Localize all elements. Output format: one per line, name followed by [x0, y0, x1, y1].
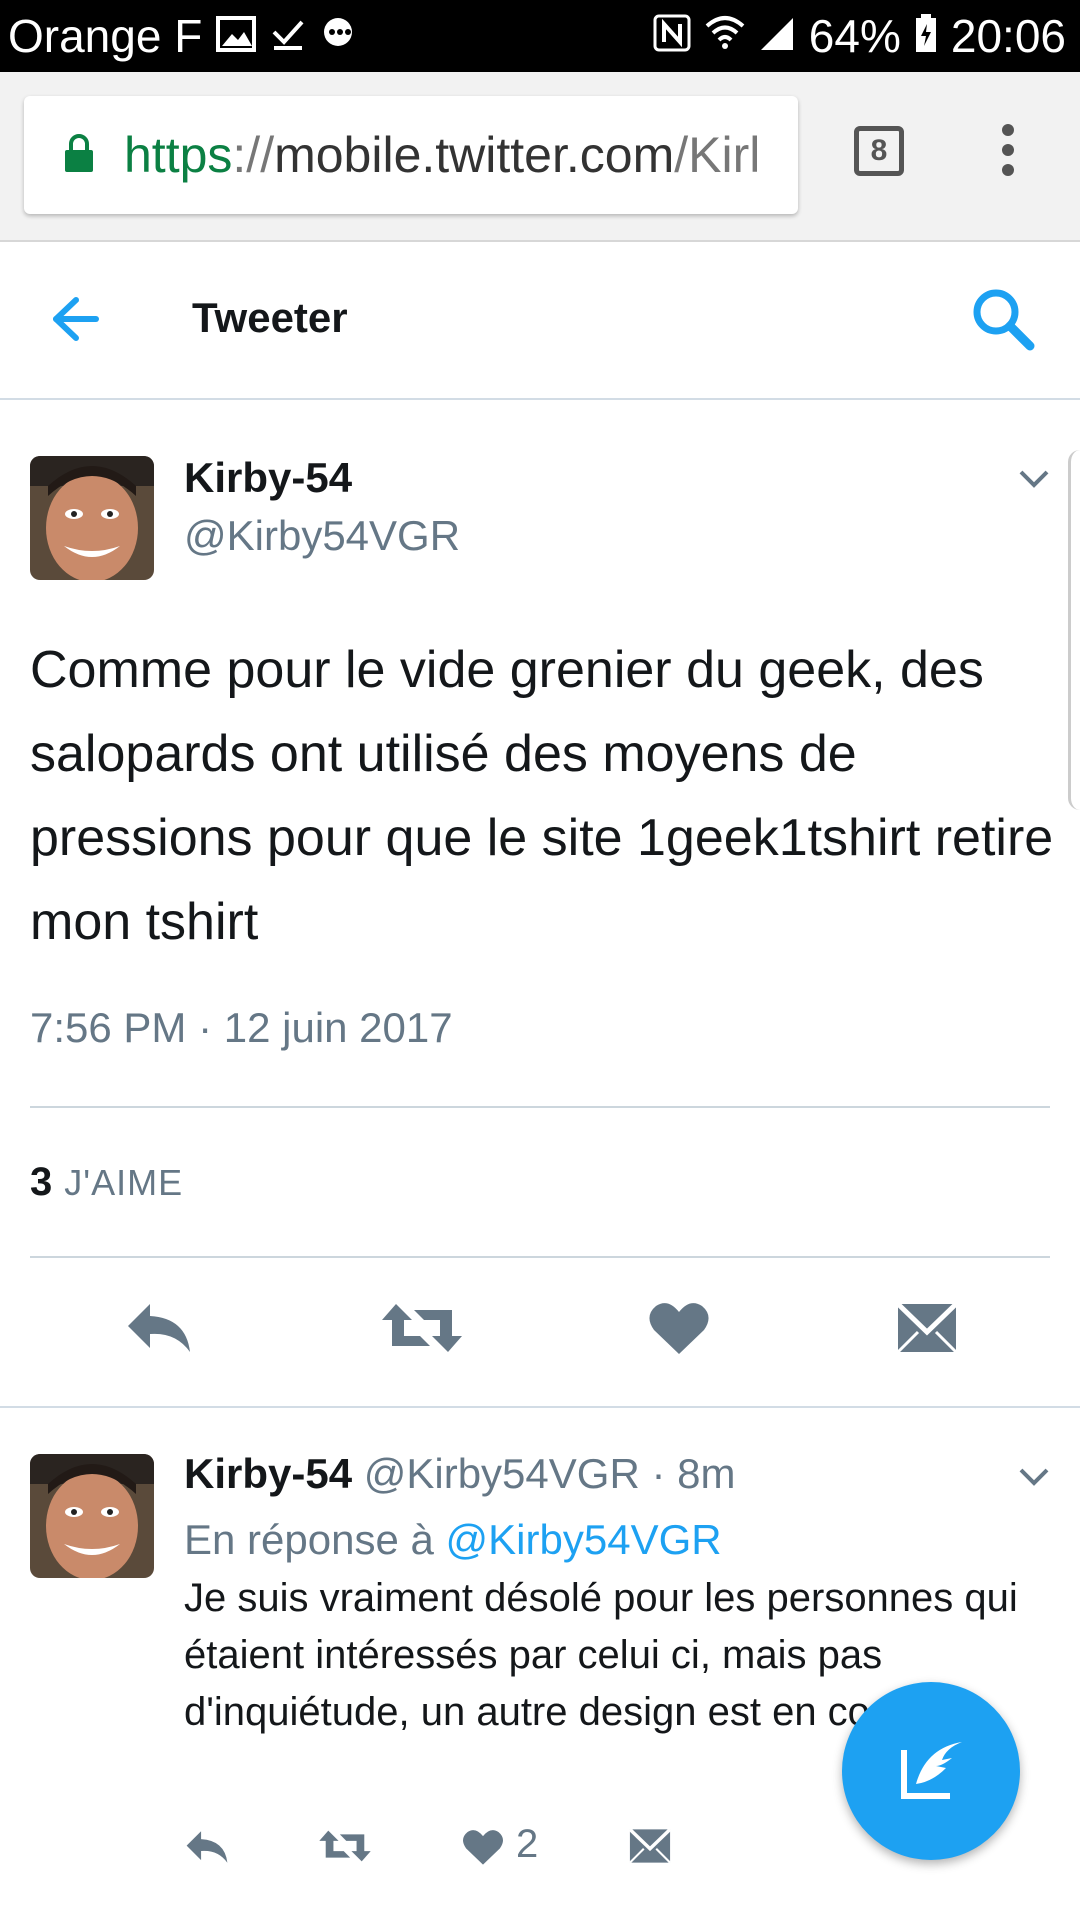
chevron-down-icon[interactable] [1018, 1466, 1050, 1493]
retweet-icon[interactable] [318, 1828, 372, 1869]
tab-switcher-button[interactable]: 8 [854, 126, 904, 176]
nfc-icon [653, 9, 691, 63]
status-bar: Orange F 64% 20:06 [0, 0, 1080, 72]
chevron-down-icon[interactable] [1018, 468, 1050, 495]
wifi-icon [705, 9, 745, 63]
reply-author-name[interactable]: Kirby-54 [184, 1450, 352, 1497]
avatar[interactable] [30, 1454, 154, 1578]
likes-label: J'AIME [64, 1162, 184, 1203]
gallery-icon [216, 9, 257, 63]
url-host: mobile.twitter.com [274, 127, 675, 183]
likes-stat[interactable]: 3 J'AIME [30, 1160, 183, 1205]
reply-header: Kirby-54 @Kirby54VGR · 8m [184, 1450, 735, 1498]
battery-icon [915, 9, 937, 63]
replying-to-label: En réponse à [184, 1516, 434, 1563]
lock-icon [64, 133, 94, 178]
reply-time[interactable]: · 8m [651, 1450, 735, 1497]
replying-to-mention[interactable]: @Kirby54VGR [446, 1516, 722, 1563]
app-header: Tweeter [0, 242, 1080, 400]
url-path: /Kirl [674, 127, 761, 183]
heart-icon[interactable] [462, 1828, 504, 1871]
battery-percent: 64% [808, 10, 901, 62]
compose-tweet-button[interactable] [842, 1682, 1020, 1860]
scrollbar[interactable] [1068, 450, 1080, 810]
section-divider [0, 1406, 1080, 1408]
avatar[interactable] [30, 456, 154, 580]
chat-icon [320, 9, 356, 63]
carrier-label: Orange F [8, 10, 203, 62]
page-title: Tweeter [192, 294, 348, 341]
like-count: 2 [516, 1822, 539, 1866]
author-name[interactable]: Kirby-54 [184, 454, 352, 502]
divider [30, 1256, 1050, 1258]
heart-icon[interactable] [648, 1300, 710, 1361]
url-scheme: https [124, 127, 233, 183]
reply-icon[interactable] [184, 1828, 230, 1871]
retweet-icon[interactable] [380, 1300, 464, 1361]
url-text[interactable]: https://mobile.twitter.com/Kirl [124, 126, 760, 184]
download-done-icon [270, 9, 306, 63]
compose-icon [896, 1738, 966, 1805]
back-arrow-icon[interactable] [46, 294, 102, 349]
search-icon[interactable] [970, 286, 1036, 357]
clock: 20:06 [950, 10, 1066, 62]
likes-count: 3 [30, 1160, 53, 1204]
tweet-actions [0, 1300, 1080, 1400]
reply-author-handle[interactable]: @Kirby54VGR [364, 1450, 640, 1497]
reply-icon[interactable] [124, 1300, 194, 1361]
author-handle[interactable]: @Kirby54VGR [184, 512, 460, 560]
divider [30, 1106, 1050, 1108]
direct-message-icon[interactable] [628, 1828, 672, 1869]
browser-toolbar: https://mobile.twitter.com/Kirl 8 [0, 72, 1080, 242]
tweet-text: Comme pour le vide grenier du geek, des … [30, 641, 1054, 951]
address-bar[interactable]: https://mobile.twitter.com/Kirl [24, 96, 798, 214]
reply-actions: 2 [184, 1822, 884, 1888]
url-separator: :// [232, 127, 275, 183]
replying-to: En réponse à @Kirby54VGR [184, 1516, 722, 1564]
direct-message-icon[interactable] [896, 1302, 958, 1359]
overflow-menu-icon[interactable] [998, 124, 1018, 184]
signal-icon [759, 9, 795, 63]
tweet-timestamp[interactable]: 7:56 PM · 12 juin 2017 [30, 1004, 453, 1052]
